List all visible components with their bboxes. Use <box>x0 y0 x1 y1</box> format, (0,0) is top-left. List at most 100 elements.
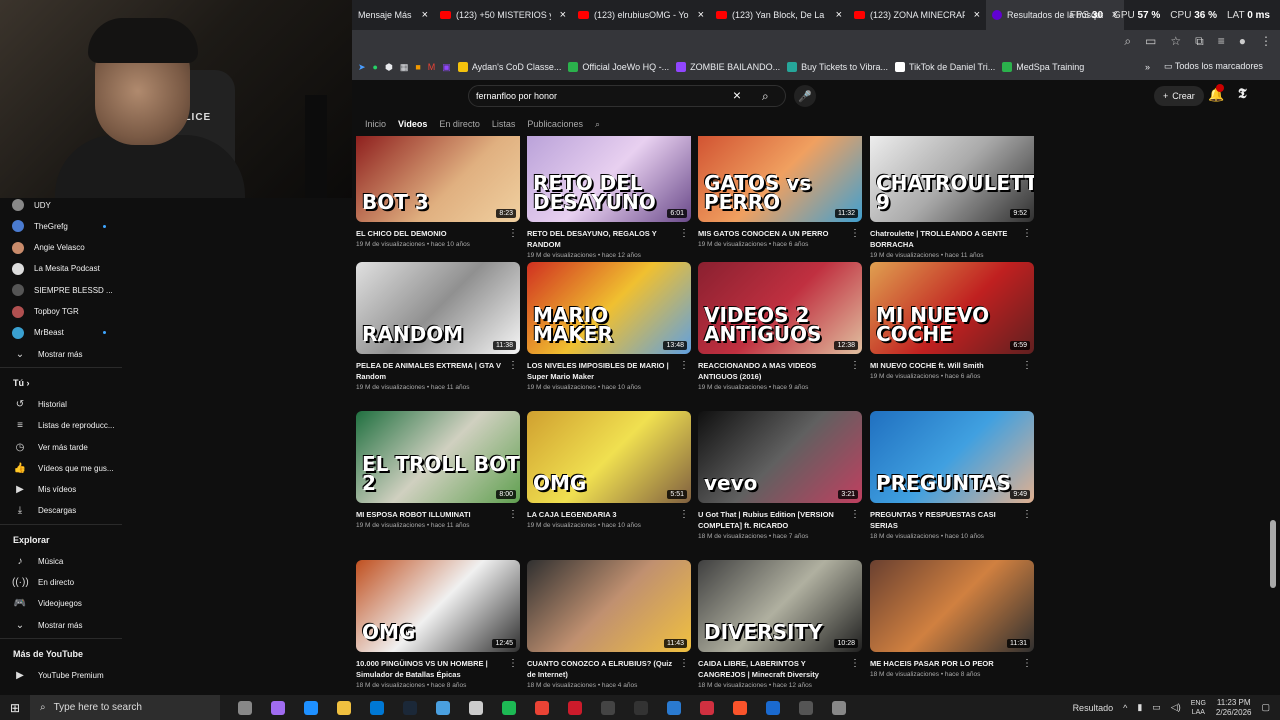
obs-icon[interactable] <box>591 695 624 720</box>
video-title[interactable]: MI ESPOSA ROBOT ILLUMINATI <box>356 509 520 520</box>
store-icon[interactable] <box>426 695 459 720</box>
video-thumbnail[interactable]: 11:31 <box>870 560 1034 652</box>
outlook-icon[interactable] <box>360 695 393 720</box>
sidebar-subscription[interactable]: SIEMPRE BLESSD ... <box>0 280 122 300</box>
video-title[interactable]: RETO DEL DESAYUNO, REGALOS Y RANDOM <box>527 228 691 250</box>
create-button[interactable]: + Crear <box>1154 86 1204 106</box>
notification-center-icon[interactable]: ▢ <box>1261 702 1270 713</box>
close-tab-icon[interactable]: × <box>836 9 842 21</box>
video-thumbnail[interactable]: RANDOM 11:38 <box>356 262 520 354</box>
video-card[interactable]: BOT 3 8:23 EL CHICO DEL DEMONIO 19 M de vis… <box>356 136 520 248</box>
video-title[interactable]: PREGUNTAS Y RESPUESTAS CASI SERIAS <box>870 509 1034 531</box>
close-tab-icon[interactable]: × <box>974 9 980 21</box>
video-card[interactable]: OMG 12:45 10.000 PINGÜINOS VS UN HOMBRE | … <box>356 560 520 689</box>
browser-tab[interactable]: (123) +50 MISTERIOS y C × <box>434 0 572 30</box>
result-label[interactable]: Resultado <box>1073 703 1114 713</box>
bookmark-app-icon-4[interactable]: ▦ <box>400 62 409 73</box>
video-card[interactable]: RETO DEL DESAYUNO 6:01 RETO DEL DESAYUNO, … <box>527 136 691 259</box>
video-options-icon[interactable]: ⋮ <box>1022 360 1032 371</box>
bookmark-app-icon-1[interactable]: ➤ <box>358 62 366 73</box>
sidebar-subscription[interactable]: UDY <box>0 195 122 215</box>
video-thumbnail[interactable]: VIDEOS 2 ANTIGUOS 12:38 <box>698 262 862 354</box>
opera-icon[interactable] <box>558 695 591 720</box>
bookmark-item[interactable]: TikTok de Daniel Tri... <box>895 62 995 72</box>
steam-icon[interactable] <box>393 695 426 720</box>
media-icon[interactable]: ≡ <box>1218 34 1225 49</box>
video-title[interactable]: U Got That | Rubius Edition [VERSION COM… <box>698 509 862 531</box>
video-options-icon[interactable]: ⋮ <box>679 228 689 239</box>
video-card[interactable]: MI NUEVO COCHE 6:59 MI NUEVO COCHE ft. Wil… <box>870 262 1034 380</box>
video-card[interactable]: CHATROULETTE 9 9:52 Chatroulette | TROLLEA… <box>870 136 1034 259</box>
video-thumbnail[interactable]: PREGUNTAS 9:49 <box>870 411 1034 503</box>
menu-icon[interactable]: ⋮ <box>1260 34 1272 49</box>
browser-tab[interactable]: (123) Yan Block, De La Ro × <box>710 0 848 30</box>
video-thumbnail[interactable]: vevo 3:21 <box>698 411 862 503</box>
bookmark-item[interactable]: Buy Tickets to Vibra... <box>787 62 888 72</box>
channel-tab[interactable]: Videos <box>392 119 433 129</box>
sidebar-subscription[interactable]: La Mesita Podcast <box>0 259 122 279</box>
channel-search-icon[interactable]: ⌕ <box>589 119 606 130</box>
browser-tab[interactable]: (123) elrubiusOMG - YouT × <box>572 0 710 30</box>
video-title[interactable]: EL CHICO DEL DEMONIO <box>356 228 520 239</box>
bookmark-app-icon-3[interactable]: ⬢ <box>385 62 393 73</box>
channel-tab[interactable]: Inicio <box>359 119 392 129</box>
extensions-icon[interactable]: ⧉ <box>1195 34 1204 49</box>
account-avatar[interactable]: 𝕿 <box>1238 87 1256 105</box>
video-options-icon[interactable]: ⋮ <box>1022 658 1032 669</box>
bookmark-item[interactable]: Official JoeWo HQ -... <box>568 62 669 72</box>
video-card[interactable]: DIVERSITY 10:28 CAIDA LIBRE, LABERINTOS Y … <box>698 560 862 689</box>
app-icon[interactable] <box>756 695 789 720</box>
network-icon[interactable]: ▭ <box>1152 702 1161 713</box>
gmail-icon[interactable]: M <box>428 62 436 72</box>
video-thumbnail[interactable]: DIVERSITY 10:28 <box>698 560 862 652</box>
video-thumbnail[interactable]: OMG 12:45 <box>356 560 520 652</box>
app-icon[interactable] <box>459 695 492 720</box>
video-title[interactable]: MIS GATOS CONOCEN A UN PERRO <box>698 228 862 239</box>
close-tab-icon[interactable]: × <box>422 9 428 21</box>
app-icon[interactable] <box>624 695 657 720</box>
video-thumbnail[interactable]: MARIO MAKER 13:48 <box>527 262 691 354</box>
task-view-icon[interactable] <box>228 695 261 720</box>
file-explorer-icon[interactable] <box>327 695 360 720</box>
bookmark-item[interactable]: Aydan's CoD Classe... <box>457 62 561 72</box>
video-title[interactable]: 10.000 PINGÜINOS VS UN HOMBRE | Simulado… <box>356 658 520 680</box>
taskbar-search[interactable]: ⌕ Type here to search <box>30 695 220 720</box>
video-title[interactable]: LOS NIVELES IMPOSIBLES DE MARIO | Super … <box>527 360 691 382</box>
bookmark-star-icon[interactable]: ☆ <box>1170 34 1181 49</box>
video-thumbnail[interactable]: MI NUEVO COCHE 6:59 <box>870 262 1034 354</box>
you-section-header[interactable]: Tú › <box>13 378 30 388</box>
show-more-subscriptions[interactable]: ⌄ Mostrar más <box>0 344 122 364</box>
sidebar-item[interactable]: ≡ Listas de reproducc... <box>0 416 122 436</box>
page-scrollbar[interactable] <box>1270 520 1276 588</box>
video-options-icon[interactable]: ⋮ <box>850 658 860 669</box>
video-title[interactable]: REACCIONANDO A MAS VIDEOS ANTIGUOS (2016… <box>698 360 862 382</box>
video-card[interactable]: MARIO MAKER 13:48 LOS NIVELES IMPOSIBLES D… <box>527 262 691 391</box>
twitch-icon[interactable]: ▣ <box>442 62 451 73</box>
all-bookmarks[interactable]: ▭ Todos los marcadores <box>1164 61 1263 72</box>
voicemod-icon[interactable] <box>690 695 723 720</box>
browser-tab[interactable]: (123) ZONA MINECRAFT × <box>848 0 986 30</box>
clock[interactable]: 11:23 PM 2/26/2026 <box>1216 698 1252 718</box>
video-options-icon[interactable]: ⋮ <box>508 509 518 520</box>
video-options-icon[interactable]: ⋮ <box>508 228 518 239</box>
clear-search-icon[interactable]: × <box>733 87 741 103</box>
bookmark-app-icon-5[interactable]: ■ <box>415 62 420 72</box>
cast-icon[interactable]: ▭ <box>1145 34 1156 49</box>
video-thumbnail[interactable]: OMG 5:51 <box>527 411 691 503</box>
tray-overflow-icon[interactable]: ^ <box>1123 703 1127 713</box>
notifications-bell-icon[interactable]: 🔔 <box>1208 84 1224 103</box>
video-options-icon[interactable]: ⋮ <box>508 360 518 371</box>
windows-start-icon[interactable]: ⊞ <box>0 701 30 715</box>
zoom-icon[interactable]: ⌕ <box>1124 34 1131 49</box>
sidebar-item[interactable]: ((·)) En directo <box>0 573 122 593</box>
video-options-icon[interactable]: ⋮ <box>679 658 689 669</box>
chrome-icon[interactable] <box>525 695 558 720</box>
sidebar-item[interactable]: ◷ Ver más tarde <box>0 437 122 457</box>
video-title[interactable]: ME HACEIS PASAR POR LO PEOR <box>870 658 1034 669</box>
video-card[interactable]: RANDOM 11:38 PELEA DE ANIMALES EXTREMA | G… <box>356 262 520 391</box>
video-thumbnail[interactable]: GATOS vs PERRO 11:32 <box>698 136 862 222</box>
video-card[interactable]: EL TROLL BOT 2 8:00 MI ESPOSA ROBOT ILLUMI… <box>356 411 520 529</box>
video-card[interactable]: VIDEOS 2 ANTIGUOS 12:38 REACCIONANDO A MAS… <box>698 262 862 391</box>
video-thumbnail[interactable]: BOT 3 8:23 <box>356 136 520 222</box>
video-title[interactable]: MI NUEVO COCHE ft. Will Smith <box>870 360 1034 371</box>
